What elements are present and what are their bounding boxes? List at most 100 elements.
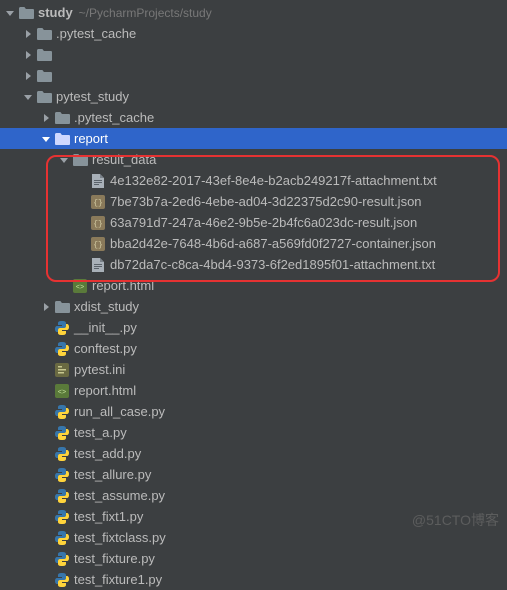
py-icon <box>54 320 70 336</box>
chevron-down-icon[interactable] <box>22 91 34 103</box>
arrow-spacer <box>76 196 88 208</box>
tree-row[interactable]: test_allure.py <box>0 464 507 485</box>
chevron-right-icon[interactable] <box>40 301 52 313</box>
tree-row[interactable]: conftest.py <box>0 338 507 359</box>
chevron-down-icon[interactable] <box>4 7 16 19</box>
tree-row[interactable]: xdist_study <box>0 296 507 317</box>
tree-label: test_assume.py <box>74 488 165 503</box>
tree-label: __init__.py <box>74 320 137 335</box>
tree-row[interactable]: test_fixture.py <box>0 548 507 569</box>
chevron-down-icon[interactable] <box>58 154 70 166</box>
arrow-spacer <box>76 238 88 250</box>
folder-icon <box>36 47 52 63</box>
tree-label: test_fixt1.py <box>74 509 143 524</box>
tree-row[interactable]: <> report.html <box>0 275 507 296</box>
tree-row[interactable]: <>report.html <box>0 380 507 401</box>
tree-row[interactable]: study~/PycharmProjects/study <box>0 2 507 23</box>
arrow-spacer <box>40 532 52 544</box>
folder-icon <box>54 110 70 126</box>
tree-row[interactable]: test_assume.py <box>0 485 507 506</box>
tree-label: study <box>38 5 73 20</box>
arrow-spacer <box>40 511 52 523</box>
tree-row[interactable]: pytest_study <box>0 86 507 107</box>
txt-icon <box>90 173 106 189</box>
arrow-spacer <box>76 217 88 229</box>
chevron-right-icon[interactable] <box>22 28 34 40</box>
tree-row[interactable]: .pytest_cache <box>0 107 507 128</box>
arrow-spacer <box>40 469 52 481</box>
py-icon <box>54 446 70 462</box>
chevron-down-icon[interactable] <box>40 133 52 145</box>
tree-row[interactable]: test_a.py <box>0 422 507 443</box>
json-icon: {} <box>90 236 106 252</box>
tree-label: test_allure.py <box>74 467 151 482</box>
arrow-spacer <box>40 343 52 355</box>
py-icon <box>54 509 70 525</box>
project-tree[interactable]: study~/PycharmProjects/study.pytest_cach… <box>0 0 507 590</box>
arrow-spacer <box>40 490 52 502</box>
arrow-spacer <box>58 280 70 292</box>
folder-root-icon <box>18 5 34 21</box>
tree-row[interactable]: .pytest_cache <box>0 23 507 44</box>
tree-row[interactable]: {}7be73b7a-2ed6-4ebe-ad04-3d22375d2c90-r… <box>0 191 507 212</box>
tree-label: db72da7c-c8ca-4bd4-9373-6f2ed1895f01-att… <box>110 257 435 272</box>
tree-row[interactable]: __init__.py <box>0 317 507 338</box>
tree-row[interactable]: db72da7c-c8ca-4bd4-9373-6f2ed1895f01-att… <box>0 254 507 275</box>
tree-row[interactable]: test_fixture1.py <box>0 569 507 590</box>
tree-row[interactable]: {}63a791d7-247a-46e2-9b5e-2b4fc6a023dc-r… <box>0 212 507 233</box>
tree-row[interactable]: test_add.py <box>0 443 507 464</box>
chevron-right-icon[interactable] <box>40 112 52 124</box>
tree-row[interactable]: pytest.ini <box>0 359 507 380</box>
arrow-spacer <box>40 574 52 586</box>
tree-label: test_fixture.py <box>74 551 155 566</box>
folder-icon <box>36 89 52 105</box>
arrow-spacer <box>40 406 52 418</box>
tree-row[interactable] <box>0 44 507 65</box>
html-icon: <> <box>72 278 88 294</box>
tree-label: xdist_study <box>74 299 139 314</box>
tree-label: bba2d42e-7648-4b6d-a687-a569fd0f2727-con… <box>110 236 436 251</box>
py-icon <box>54 341 70 357</box>
tree-row[interactable] <box>0 65 507 86</box>
svg-text:<>: <> <box>58 389 66 397</box>
tree-label: test_fixtclass.py <box>74 530 166 545</box>
tree-label: .pytest_cache <box>74 110 154 125</box>
tree-label: report <box>74 131 108 146</box>
folder-icon <box>72 152 88 168</box>
py-icon <box>54 530 70 546</box>
tree-label: conftest.py <box>74 341 137 356</box>
tree-row[interactable]: run_all_case.py <box>0 401 507 422</box>
arrow-spacer <box>40 364 52 376</box>
py-icon <box>54 572 70 588</box>
tree-row[interactable]: test_fixtclass.py <box>0 527 507 548</box>
tree-row[interactable]: report <box>0 128 507 149</box>
svg-text:{}: {} <box>93 199 103 208</box>
tree-row[interactable]: 4e132e82-2017-43ef-8e4e-b2acb249217f-att… <box>0 170 507 191</box>
py-icon <box>54 488 70 504</box>
watermark: @51CTO博客 <box>412 510 499 530</box>
json-icon: {} <box>90 194 106 210</box>
tree-label: run_all_case.py <box>74 404 165 419</box>
tree-label: test_add.py <box>74 446 141 461</box>
folder-icon <box>36 26 52 42</box>
arrow-spacer <box>40 553 52 565</box>
arrow-spacer <box>40 385 52 397</box>
py-icon <box>54 425 70 441</box>
tree-label: pytest.ini <box>74 362 125 377</box>
folder-icon <box>54 299 70 315</box>
tree-label: report.html <box>92 278 154 293</box>
tree-label: 4e132e82-2017-43ef-8e4e-b2acb249217f-att… <box>110 173 437 188</box>
chevron-right-icon[interactable] <box>22 49 34 61</box>
svg-text:{}: {} <box>93 241 103 250</box>
tree-row[interactable]: {} bba2d42e-7648-4b6d-a687-a569fd0f2727-c… <box>0 233 507 254</box>
folder-icon <box>36 68 52 84</box>
json-icon: {} <box>90 215 106 231</box>
tree-label: test_a.py <box>74 425 127 440</box>
svg-text:<>: <> <box>76 284 84 292</box>
folder-icon <box>54 131 70 147</box>
tree-row[interactable]: result_data <box>0 149 507 170</box>
arrow-spacer <box>40 427 52 439</box>
chevron-right-icon[interactable] <box>22 70 34 82</box>
arrow-spacer <box>76 175 88 187</box>
py-icon <box>54 404 70 420</box>
